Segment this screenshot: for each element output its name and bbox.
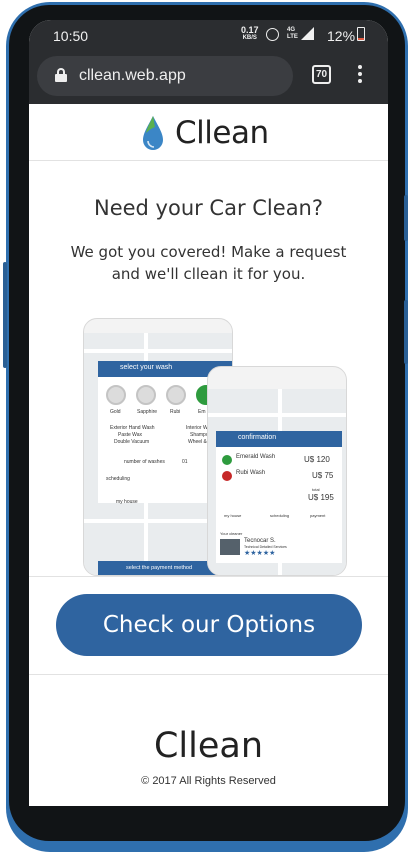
hero-headline: Need your Car Clean?: [93, 196, 324, 220]
check-options-button[interactable]: Check our Options: [56, 594, 362, 656]
browser-toolbar: cllean.web.app 70: [29, 52, 388, 104]
battery-icon: [357, 27, 365, 41]
address-bar[interactable]: cllean.web.app: [37, 56, 293, 96]
mockup-front-phone: confirmation Emerald Wash U$ 120 Rubi Wa…: [207, 366, 347, 576]
mockup-divider: [29, 576, 388, 577]
water-drop-logo-icon: [143, 116, 163, 150]
hero-subline: We got you covered! Make a request and w…: [70, 243, 347, 283]
tab-switcher-button[interactable]: 70: [312, 65, 331, 84]
brand-logo-text: Cllean: [175, 115, 269, 151]
network-speed: 0.17 KB/S: [241, 25, 259, 42]
footer-brand: Cllean: [153, 726, 264, 766]
header-divider: [29, 160, 388, 161]
signal-icon: [301, 27, 314, 40]
site-header[interactable]: Cllean: [29, 112, 388, 156]
volume-button: [3, 262, 7, 368]
copyright-text: © 2017 All Rights Reserved: [141, 775, 276, 787]
lock-icon: [55, 68, 67, 82]
footer-divider: [29, 674, 388, 675]
app-mockup-illustration: select your wash Gold Sapphire Rubi Em E…: [79, 318, 347, 576]
more-menu-icon[interactable]: [357, 65, 363, 85]
web-page: Cllean Need your Car Clean? We got you c…: [29, 104, 388, 806]
power-button: [404, 195, 408, 241]
network-type: 4G LTE: [287, 27, 298, 40]
status-bar: 10:50 0.17 KB/S 4G LTE 12%: [29, 20, 388, 52]
side-button: [404, 300, 408, 364]
status-time: 10:50: [53, 28, 89, 44]
alarm-icon: [266, 28, 279, 41]
url-text: cllean.web.app: [79, 67, 186, 84]
phone-screen: 10:50 0.17 KB/S 4G LTE 12% cllean.web.ap…: [29, 20, 388, 806]
battery-percent: 12%: [327, 28, 356, 44]
